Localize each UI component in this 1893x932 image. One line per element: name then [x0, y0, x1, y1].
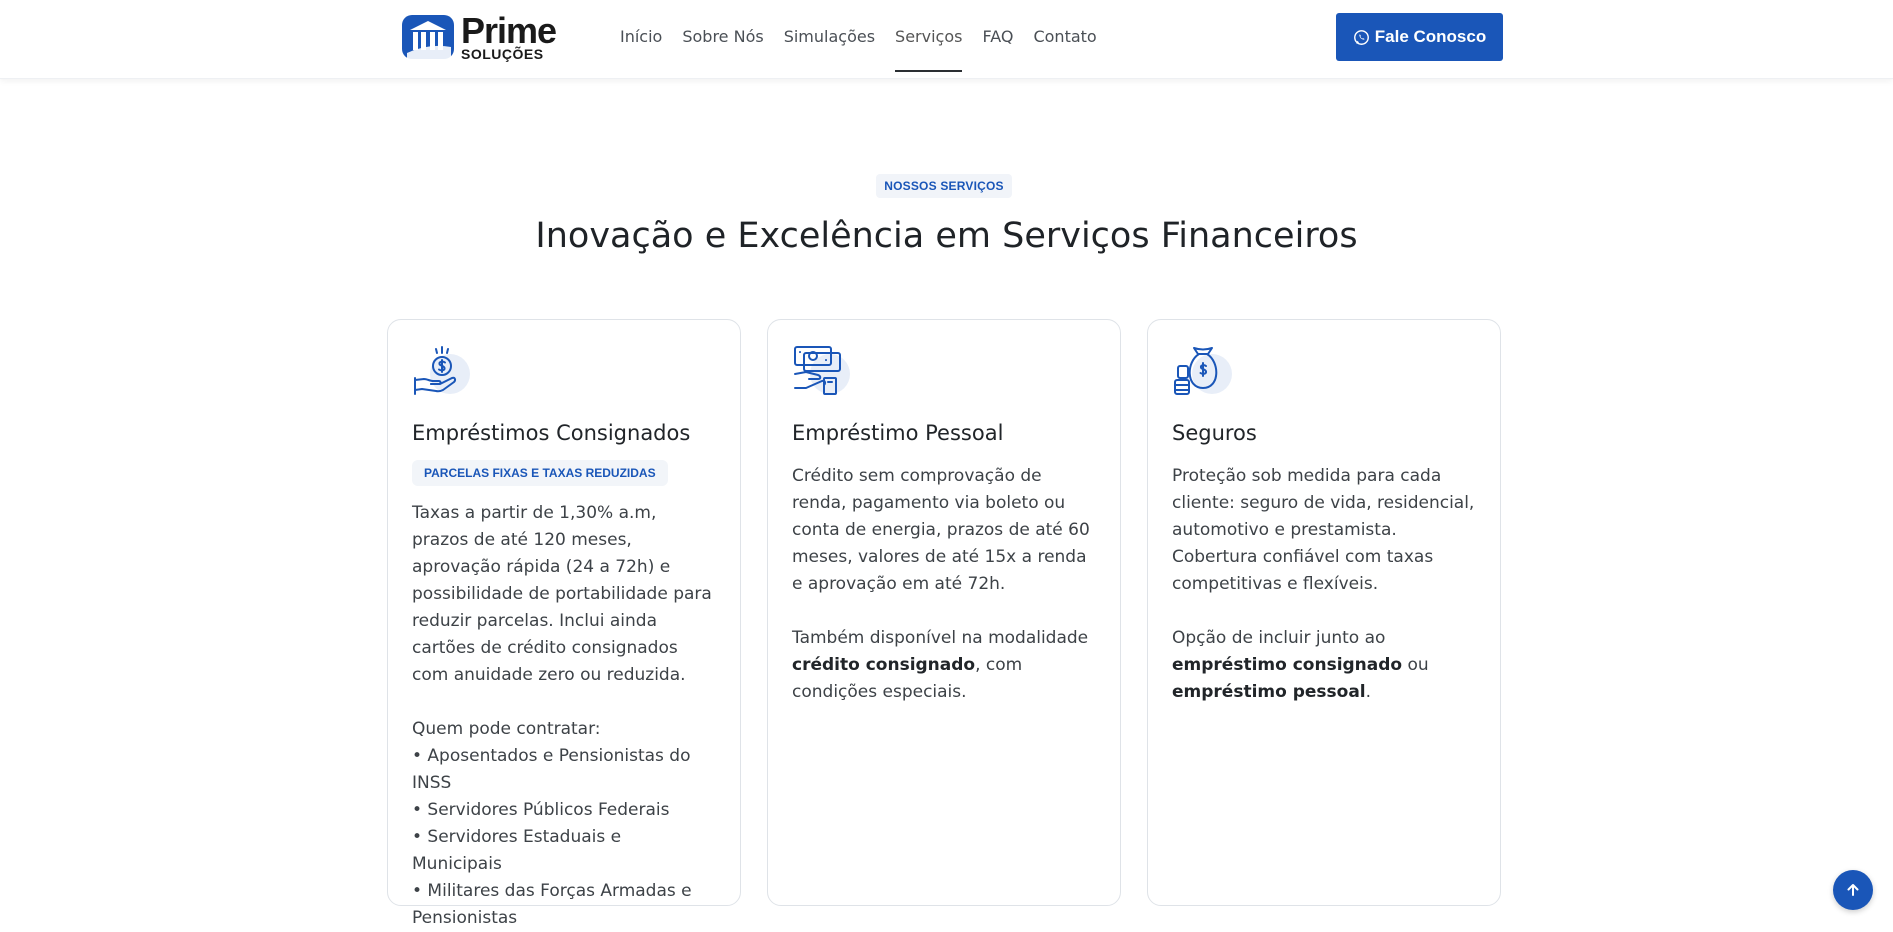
nav-item-simulacoes[interactable]: Simulações — [774, 0, 885, 72]
card-badge: PARCELAS FIXAS E TAXAS REDUZIDAS — [412, 460, 668, 486]
logo-icon — [402, 15, 454, 59]
section-eyebrow-badge: NOSSOS SERVIÇOS — [876, 174, 1012, 198]
brand-subtitle: SOLUÇÕES — [461, 46, 544, 62]
nav-item-servicos[interactable]: Serviços — [885, 0, 972, 72]
service-card-seguros: Seguros Proteção sob medida para cada cl… — [1147, 319, 1501, 906]
main-nav: Início Sobre Nós Simulações Serviços FAQ… — [610, 0, 1107, 78]
fale-conosco-label: Fale Conosco — [1374, 27, 1487, 46]
nav-item-faq[interactable]: FAQ — [972, 0, 1023, 72]
brand-logo[interactable]: Prime SOLUÇÕES — [401, 10, 557, 62]
nav-item-inicio[interactable]: Início — [610, 0, 672, 72]
card-description: Taxas a partir de 1,30% a.m, prazos de a… — [412, 500, 716, 932]
money-bag-icon — [1174, 347, 1232, 395]
nav-item-sobre-nos[interactable]: Sobre Nós — [672, 0, 773, 72]
card-title: Empréstimos Consignados — [412, 421, 691, 445]
hand-money-icon — [794, 346, 850, 395]
list-item: • Servidores Estaduais e Municipais — [412, 827, 622, 874]
brand-name: Prime — [461, 10, 557, 51]
list-item: • Servidores Públicos Federais — [412, 800, 670, 820]
fale-conosco-button[interactable]: Fale Conosco — [1336, 13, 1503, 61]
who-can-label: Quem pode contratar: — [412, 719, 601, 739]
arrow-up-icon — [1847, 884, 1859, 896]
card-paragraph: Taxas a partir de 1,30% a.m, prazos de a… — [412, 503, 712, 685]
whatsapp-icon — [1353, 29, 1369, 45]
list-item: • Militares das Forças Armadas e Pension… — [412, 881, 692, 928]
service-card-consignados: Empréstimos Consignados PARCELAS FIXAS E… — [387, 319, 741, 928]
scroll-to-top-button[interactable] — [1833, 870, 1873, 910]
card-paragraph: Também disponível na modalidade crédito … — [792, 628, 1089, 702]
navbar: Prime SOLUÇÕES Início Sobre Nós Simulaçõ… — [0, 0, 1893, 79]
hand-coin-icon — [414, 346, 470, 395]
section-title: Inovação e Excelência em Serviços Financ… — [535, 216, 1358, 256]
nav-item-contato[interactable]: Contato — [1023, 0, 1106, 72]
card-paragraph: Opção de incluir junto ao empréstimo con… — [1172, 628, 1429, 702]
list-item: • Aposentados e Pensionistas do INSS — [412, 746, 691, 793]
card-description: Crédito sem comprovação de renda, pagame… — [792, 463, 1096, 706]
card-paragraph: Crédito sem comprovação de renda, pagame… — [792, 466, 1090, 594]
card-paragraph: Proteção sob medida para cada cliente: s… — [1172, 466, 1475, 594]
card-title: Seguros — [1172, 421, 1257, 445]
card-title: Empréstimo Pessoal — [792, 421, 1004, 445]
service-card-pessoal: Empréstimo Pessoal Crédito sem comprovaç… — [767, 319, 1121, 906]
card-description: Proteção sob medida para cada cliente: s… — [1172, 463, 1476, 706]
